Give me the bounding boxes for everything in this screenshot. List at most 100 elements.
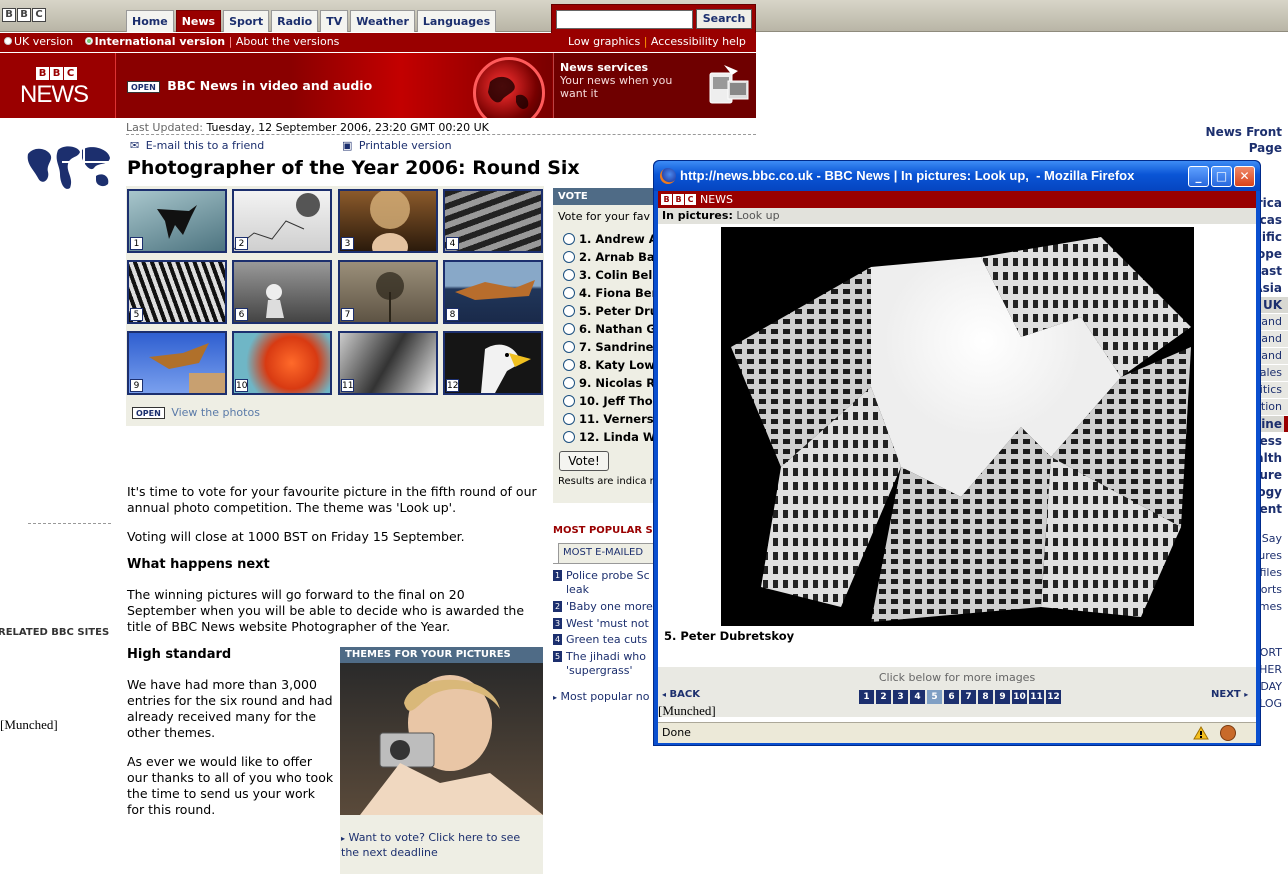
extension-icon[interactable] (1220, 725, 1236, 741)
world-map-icon[interactable] (24, 142, 114, 196)
email-friend-label[interactable]: E-mail this to a friend (146, 139, 265, 152)
page-link-5[interactable]: 5 (927, 690, 942, 704)
search-button[interactable]: Search (696, 9, 752, 29)
tab-sport[interactable]: Sport (223, 10, 270, 32)
themes-link-label[interactable]: Want to vote? Click here to see the next… (341, 831, 520, 859)
about-versions-link[interactable]: About the versions (236, 35, 340, 48)
page-link-3[interactable]: 3 (893, 690, 908, 704)
video-audio-link[interactable]: BBC News in video and audio (167, 78, 372, 93)
thumbnail-4[interactable]: 4 (443, 189, 543, 253)
news-services[interactable]: News services Your news when you want it (553, 53, 756, 118)
vote-option-12[interactable]: 12. Linda W (563, 430, 656, 444)
thumbnail-12[interactable]: 12 (443, 331, 543, 395)
minimize-button[interactable]: _ (1188, 166, 1209, 187)
tab-radio[interactable]: Radio (271, 10, 319, 32)
vote-option-9[interactable]: 9. Nicolas R (563, 376, 655, 390)
radio-icon[interactable] (563, 232, 575, 245)
main-photo[interactable] (721, 227, 1194, 626)
tab-weather[interactable]: Weather (350, 10, 415, 32)
vote-button[interactable]: Vote! (559, 451, 609, 471)
thumbnail-8[interactable]: 8 (443, 260, 543, 324)
bbc-news-logo[interactable]: BBC NEWS (0, 53, 116, 118)
tab-most-emailed[interactable]: MOST E-MAILED (558, 543, 655, 563)
search-input[interactable] (556, 10, 693, 29)
international-version-radio[interactable] (84, 37, 93, 45)
page-link-4[interactable]: 4 (910, 690, 925, 704)
uk-version-radio[interactable] (4, 37, 12, 45)
vote-option-4[interactable]: 4. Fiona Ber (563, 286, 657, 300)
tab-home[interactable]: Home (126, 10, 174, 32)
page-link-12[interactable]: 12 (1046, 690, 1061, 704)
thumbnail-10[interactable]: 10 (232, 331, 332, 395)
view-photos-label[interactable]: View the photos (171, 406, 260, 419)
international-version-label[interactable]: International version (95, 35, 226, 48)
page-link-8[interactable]: 8 (978, 690, 993, 704)
low-graphics-link[interactable]: Low graphics (568, 35, 640, 48)
popular-item-3[interactable]: 3 West 'must not (553, 617, 655, 631)
thumbnail-7[interactable]: 7 (338, 260, 438, 324)
page-link-1[interactable]: 1 (859, 690, 874, 704)
next-link[interactable]: NEXT ▸ (1211, 689, 1248, 700)
nav-news-front-page[interactable]: News Front Page (1171, 124, 1288, 155)
tab-languages[interactable]: Languages (416, 10, 497, 32)
next-label[interactable]: NEXT (1211, 689, 1241, 700)
vote-option-10[interactable]: 10. Jeff Tho (563, 394, 653, 408)
radio-icon[interactable] (563, 322, 575, 335)
vote-option-11[interactable]: 11. Verners (563, 412, 654, 426)
printable-label[interactable]: Printable version (359, 139, 452, 152)
thumbnail-6[interactable]: 6 (232, 260, 332, 324)
warning-icon[interactable] (1193, 726, 1209, 740)
thumbnail-2[interactable]: 2 (232, 189, 332, 253)
accessibility-link[interactable]: Accessibility help (651, 35, 746, 48)
radio-icon[interactable] (563, 430, 575, 443)
page-link-10[interactable]: 10 (1012, 690, 1027, 704)
back-label[interactable]: BACK (670, 689, 700, 700)
uk-version-label[interactable]: UK version (14, 35, 73, 48)
page-link-2[interactable]: 2 (876, 690, 891, 704)
radio-icon[interactable] (563, 268, 575, 281)
vote-option-7[interactable]: 7. Sandrine (563, 340, 653, 354)
thumbnail-9[interactable]: 9 (127, 331, 227, 395)
vote-option-6[interactable]: 6. Nathan G (563, 322, 656, 336)
back-link[interactable]: ◂ BACK (662, 689, 700, 700)
vote-option-1[interactable]: 1. Andrew A (563, 232, 658, 246)
email-friend-link[interactable]: ✉ E-mail this to a friend (130, 139, 264, 152)
popular-item-4[interactable]: 4 Green tea cuts (553, 633, 655, 647)
radio-icon[interactable] (563, 376, 575, 389)
popular-item-2[interactable]: 2 'Baby one more (553, 600, 655, 614)
radio-icon[interactable] (563, 340, 575, 353)
themes-link[interactable]: ▸ Want to vote? Click here to see the ne… (341, 831, 536, 860)
thumbnail-1[interactable]: 1 (127, 189, 227, 253)
radio-icon[interactable] (563, 304, 575, 317)
maximize-button[interactable]: □ (1211, 166, 1232, 187)
popular-item-1[interactable]: 1 Police probe Sc leak (553, 569, 655, 597)
tab-tv[interactable]: TV (320, 10, 349, 32)
radio-icon[interactable] (563, 394, 575, 407)
vote-option-3[interactable]: 3. Colin Bell (563, 268, 656, 282)
vote-option-2[interactable]: 2. Arnab Ba (563, 250, 655, 264)
page-link-11[interactable]: 11 (1029, 690, 1044, 704)
thumbnail-3[interactable]: 3 (338, 189, 438, 253)
most-popular-now-link[interactable]: ▸ Most popular no (553, 690, 655, 705)
view-photos-link[interactable]: OPEN View the photos (132, 406, 260, 419)
printable-version-link[interactable]: ▣ Printable version (342, 139, 452, 152)
tab-news[interactable]: News (175, 10, 222, 32)
thumbnail-11[interactable]: 11 (338, 331, 438, 395)
vote-option-8[interactable]: 8. Katy Low (563, 358, 655, 372)
page-link-6[interactable]: 6 (944, 690, 959, 704)
radio-icon[interactable] (563, 250, 575, 263)
radio-icon[interactable] (563, 358, 575, 371)
thumbnail-5[interactable]: 5 (127, 260, 227, 324)
services-title[interactable]: News services (560, 61, 648, 74)
radio-icon[interactable] (563, 412, 575, 425)
video-audio-banner[interactable]: OPEN BBC News in video and audio (117, 53, 552, 118)
page-link-9[interactable]: 9 (995, 690, 1010, 704)
bbc-logo[interactable]: BBC (2, 8, 46, 22)
themes-photo[interactable] (340, 663, 543, 815)
page-link-7[interactable]: 7 (961, 690, 976, 704)
window-title-bar[interactable]: http://news.bbc.co.uk - BBC News | In pi… (654, 161, 1260, 191)
close-button[interactable]: ✕ (1234, 166, 1255, 187)
vote-option-5[interactable]: 5. Peter Dru (563, 304, 658, 318)
radio-icon[interactable] (563, 286, 575, 299)
popular-item-5[interactable]: 5 The jihadi who 'supergrass' (553, 650, 655, 678)
